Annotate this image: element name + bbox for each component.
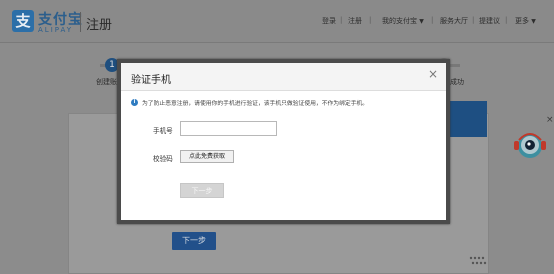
- nav-my-alipay-label: 我的支付宝: [382, 17, 417, 25]
- dialog-header: 验证手机 ×: [121, 63, 446, 91]
- dialog-title: 验证手机: [131, 75, 171, 86]
- nav-service-hall-link[interactable]: 服务大厅: [440, 16, 468, 26]
- nav-register-link[interactable]: 注册: [348, 16, 362, 26]
- verify-phone-dialog: 验证手机 × i 为了防止恶意注册，请使用你的手机进行验证，该手机只做验证使用，…: [117, 59, 450, 224]
- logo-divider: [80, 12, 81, 32]
- nav-more-menu[interactable]: 更多 ▼: [515, 16, 536, 26]
- resize-grip-icon: [469, 256, 487, 265]
- verification-notice: 为了防止恶意注册，请使用你的手机进行验证，该手机只做验证使用，不作为绑定手机。: [142, 101, 369, 107]
- next-button[interactable]: 下一步: [180, 183, 224, 198]
- phone-input[interactable]: [180, 121, 277, 136]
- nav-divider: |: [472, 16, 475, 24]
- code-label: 校验码: [153, 155, 173, 163]
- logo-subtitle: ALIPAY: [38, 26, 74, 34]
- alipay-logo-icon[interactable]: 支: [12, 10, 34, 32]
- phone-label: 手机号: [153, 127, 173, 135]
- nav-divider: |: [505, 16, 508, 24]
- page-title: 注册: [86, 18, 113, 33]
- nav-more-label: 更多: [515, 17, 529, 25]
- close-icon[interactable]: ×: [428, 67, 438, 81]
- get-code-button[interactable]: 点此免费获取: [180, 150, 234, 163]
- caret-down-icon: ▼: [531, 18, 536, 25]
- nav-feedback-link[interactable]: 提建议: [479, 16, 500, 26]
- nav-divider: |: [340, 16, 343, 24]
- caret-down-icon: ▼: [419, 18, 424, 25]
- step-1-label: 创建账: [96, 78, 117, 86]
- nav-login-link[interactable]: 登录: [322, 16, 336, 26]
- nav-divider: |: [369, 16, 372, 24]
- nav-my-alipay-menu[interactable]: 我的支付宝 ▼: [382, 16, 424, 26]
- site-header: 支 支付宝 ALIPAY 注册 登录 | 注册 | 我的支付宝 ▼ | 服务大厅…: [0, 0, 554, 43]
- close-widget-icon[interactable]: ×: [546, 115, 554, 125]
- info-icon: i: [131, 99, 138, 106]
- background-next-button[interactable]: 下一步: [172, 232, 216, 250]
- nav-divider: |: [431, 16, 434, 24]
- service-mascot-icon[interactable]: [513, 128, 547, 162]
